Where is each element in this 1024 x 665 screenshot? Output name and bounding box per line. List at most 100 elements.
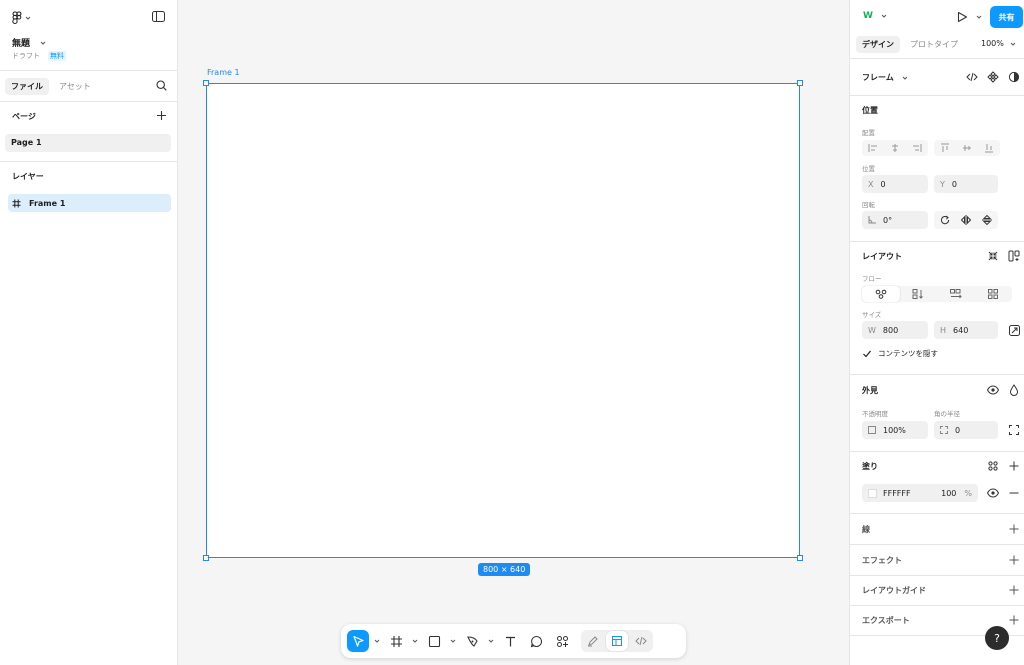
auto-layout-icon[interactable]	[1007, 249, 1021, 263]
chevron-down-icon	[902, 75, 908, 81]
radius-field[interactable]: 0	[934, 421, 998, 439]
align-bottom-icon[interactable]	[978, 140, 1000, 156]
add-stroke-icon[interactable]	[1007, 522, 1021, 536]
dev-mode-button[interactable]	[630, 631, 652, 651]
zoom-control[interactable]: 100%	[981, 39, 1016, 48]
chevron-down-icon[interactable]	[373, 638, 381, 644]
toggle-panel-icon[interactable]	[152, 11, 165, 22]
y-field[interactable]: Y 0	[934, 175, 998, 193]
text-tool-button[interactable]	[499, 630, 521, 652]
flow-vertical-icon[interactable]	[900, 286, 938, 302]
align-top-icon[interactable]	[934, 140, 956, 156]
code-icon[interactable]	[965, 70, 979, 84]
opacity-field[interactable]: 100%	[862, 421, 928, 439]
checkmark-icon	[862, 349, 872, 359]
comment-tool-button[interactable]	[525, 630, 547, 652]
rotation-value: 0°	[883, 215, 893, 225]
comment-icon	[530, 635, 543, 648]
fill-row[interactable]: FFFFFF 100 %	[862, 484, 978, 502]
move-tool-button[interactable]	[347, 630, 369, 652]
eye-icon[interactable]	[986, 486, 1000, 500]
add-export-icon[interactable]	[1007, 613, 1021, 627]
collapse-icon[interactable]	[986, 249, 1000, 263]
h-value: 640	[953, 325, 969, 335]
flip-horizontal-icon[interactable]	[955, 211, 976, 229]
search-icon[interactable]	[156, 80, 167, 91]
design-mode-button[interactable]	[606, 631, 628, 651]
actions-tool-button[interactable]	[551, 630, 573, 652]
frame-section-title: フレーム	[862, 73, 894, 82]
color-swatch[interactable]	[868, 488, 877, 498]
rotation-field[interactable]: 0°	[862, 211, 928, 229]
align-middle-icon[interactable]	[956, 140, 978, 156]
right-panel: W 共有 デザイン プロトタイプ 100% フレーム 位置 配置 位置 X 0 …	[849, 0, 1024, 665]
plan-badge[interactable]: 無料	[48, 51, 66, 61]
x-field[interactable]: X 0	[862, 175, 928, 193]
pen-tool-button[interactable]	[461, 630, 483, 652]
mask-icon[interactable]	[1007, 70, 1021, 84]
file-title[interactable]: 無題	[12, 36, 46, 49]
flow-label: フロー	[862, 275, 882, 283]
rotate-icon[interactable]	[934, 211, 955, 229]
add-effect-icon[interactable]	[1007, 553, 1021, 567]
blend-drop-icon[interactable]	[1007, 383, 1021, 397]
align-right-icon[interactable]	[906, 140, 928, 156]
component-icon[interactable]	[986, 70, 1000, 84]
resize-handle-top-right[interactable]	[797, 80, 803, 86]
help-button[interactable]: ?	[985, 626, 1009, 650]
flip-vertical-icon[interactable]	[977, 211, 998, 229]
rotation-label: 回転	[862, 201, 875, 209]
resize-handle-top-left[interactable]	[203, 80, 209, 86]
clip-content-checkbox[interactable]: コンテンツを隠す	[862, 348, 938, 359]
frame-icon	[12, 199, 21, 208]
chevron-down-icon[interactable]	[411, 638, 419, 644]
eye-icon[interactable]	[986, 383, 1000, 397]
draw-mode-button[interactable]	[582, 631, 604, 651]
main-menu-button[interactable]	[12, 11, 31, 24]
present-play-icon[interactable]	[956, 11, 968, 23]
resize-handle-bottom-left[interactable]	[203, 555, 209, 561]
add-fill-icon[interactable]	[1007, 459, 1021, 473]
hash-frame-icon	[390, 635, 403, 648]
align-left-icon[interactable]	[862, 140, 884, 156]
fill-opacity: 100	[941, 488, 957, 498]
design-icon	[611, 635, 623, 647]
flow-grid-icon[interactable]	[975, 286, 1013, 302]
page-item[interactable]: Page 1	[5, 134, 171, 152]
tab-file[interactable]: ファイル	[5, 78, 49, 95]
height-field[interactable]: H 640	[934, 321, 998, 339]
flow-freeform-icon[interactable]	[862, 286, 900, 302]
tab-assets[interactable]: アセット	[53, 78, 97, 95]
frame-type-dropdown[interactable]: フレーム	[862, 72, 908, 83]
flow-horizontal-icon[interactable]	[937, 286, 975, 302]
zoom-value: 100%	[981, 39, 1004, 48]
add-page-icon[interactable]	[156, 110, 167, 121]
independent-corners-icon[interactable]	[1007, 423, 1021, 437]
resize-to-fit-icon[interactable]	[1007, 323, 1021, 337]
chevron-down-icon[interactable]	[449, 638, 457, 644]
layer-item-frame[interactable]: Frame 1	[8, 194, 171, 212]
resize-handle-bottom-right[interactable]	[797, 555, 803, 561]
add-layout-grid-icon[interactable]	[1007, 583, 1021, 597]
remove-fill-icon[interactable]	[1007, 486, 1021, 500]
frame-tool-button[interactable]	[385, 630, 407, 652]
width-field[interactable]: W 800	[862, 321, 928, 339]
frame-canvas[interactable]	[203, 80, 803, 561]
share-button[interactable]: 共有	[990, 6, 1023, 28]
components-plus-icon	[556, 635, 569, 648]
align-center-h-icon[interactable]	[884, 140, 906, 156]
chevron-down-icon[interactable]	[487, 638, 495, 644]
stroke-section-title: 線	[862, 525, 870, 534]
frame-label[interactable]: Frame 1	[207, 68, 240, 77]
chevron-down-icon[interactable]	[976, 14, 982, 20]
fill-title: 塗り	[862, 462, 878, 471]
shape-tool-button[interactable]	[423, 630, 445, 652]
styles-grid-icon[interactable]	[986, 459, 1000, 473]
opacity-label: 不透明度	[862, 410, 888, 418]
user-menu[interactable]: W	[861, 10, 887, 22]
tab-design[interactable]: デザイン	[856, 36, 900, 53]
layout-grid-section-title: レイアウトガイド	[862, 586, 926, 595]
pencil-icon	[587, 635, 599, 647]
code-icon	[635, 635, 647, 647]
tab-prototype[interactable]: プロトタイプ	[904, 36, 964, 53]
